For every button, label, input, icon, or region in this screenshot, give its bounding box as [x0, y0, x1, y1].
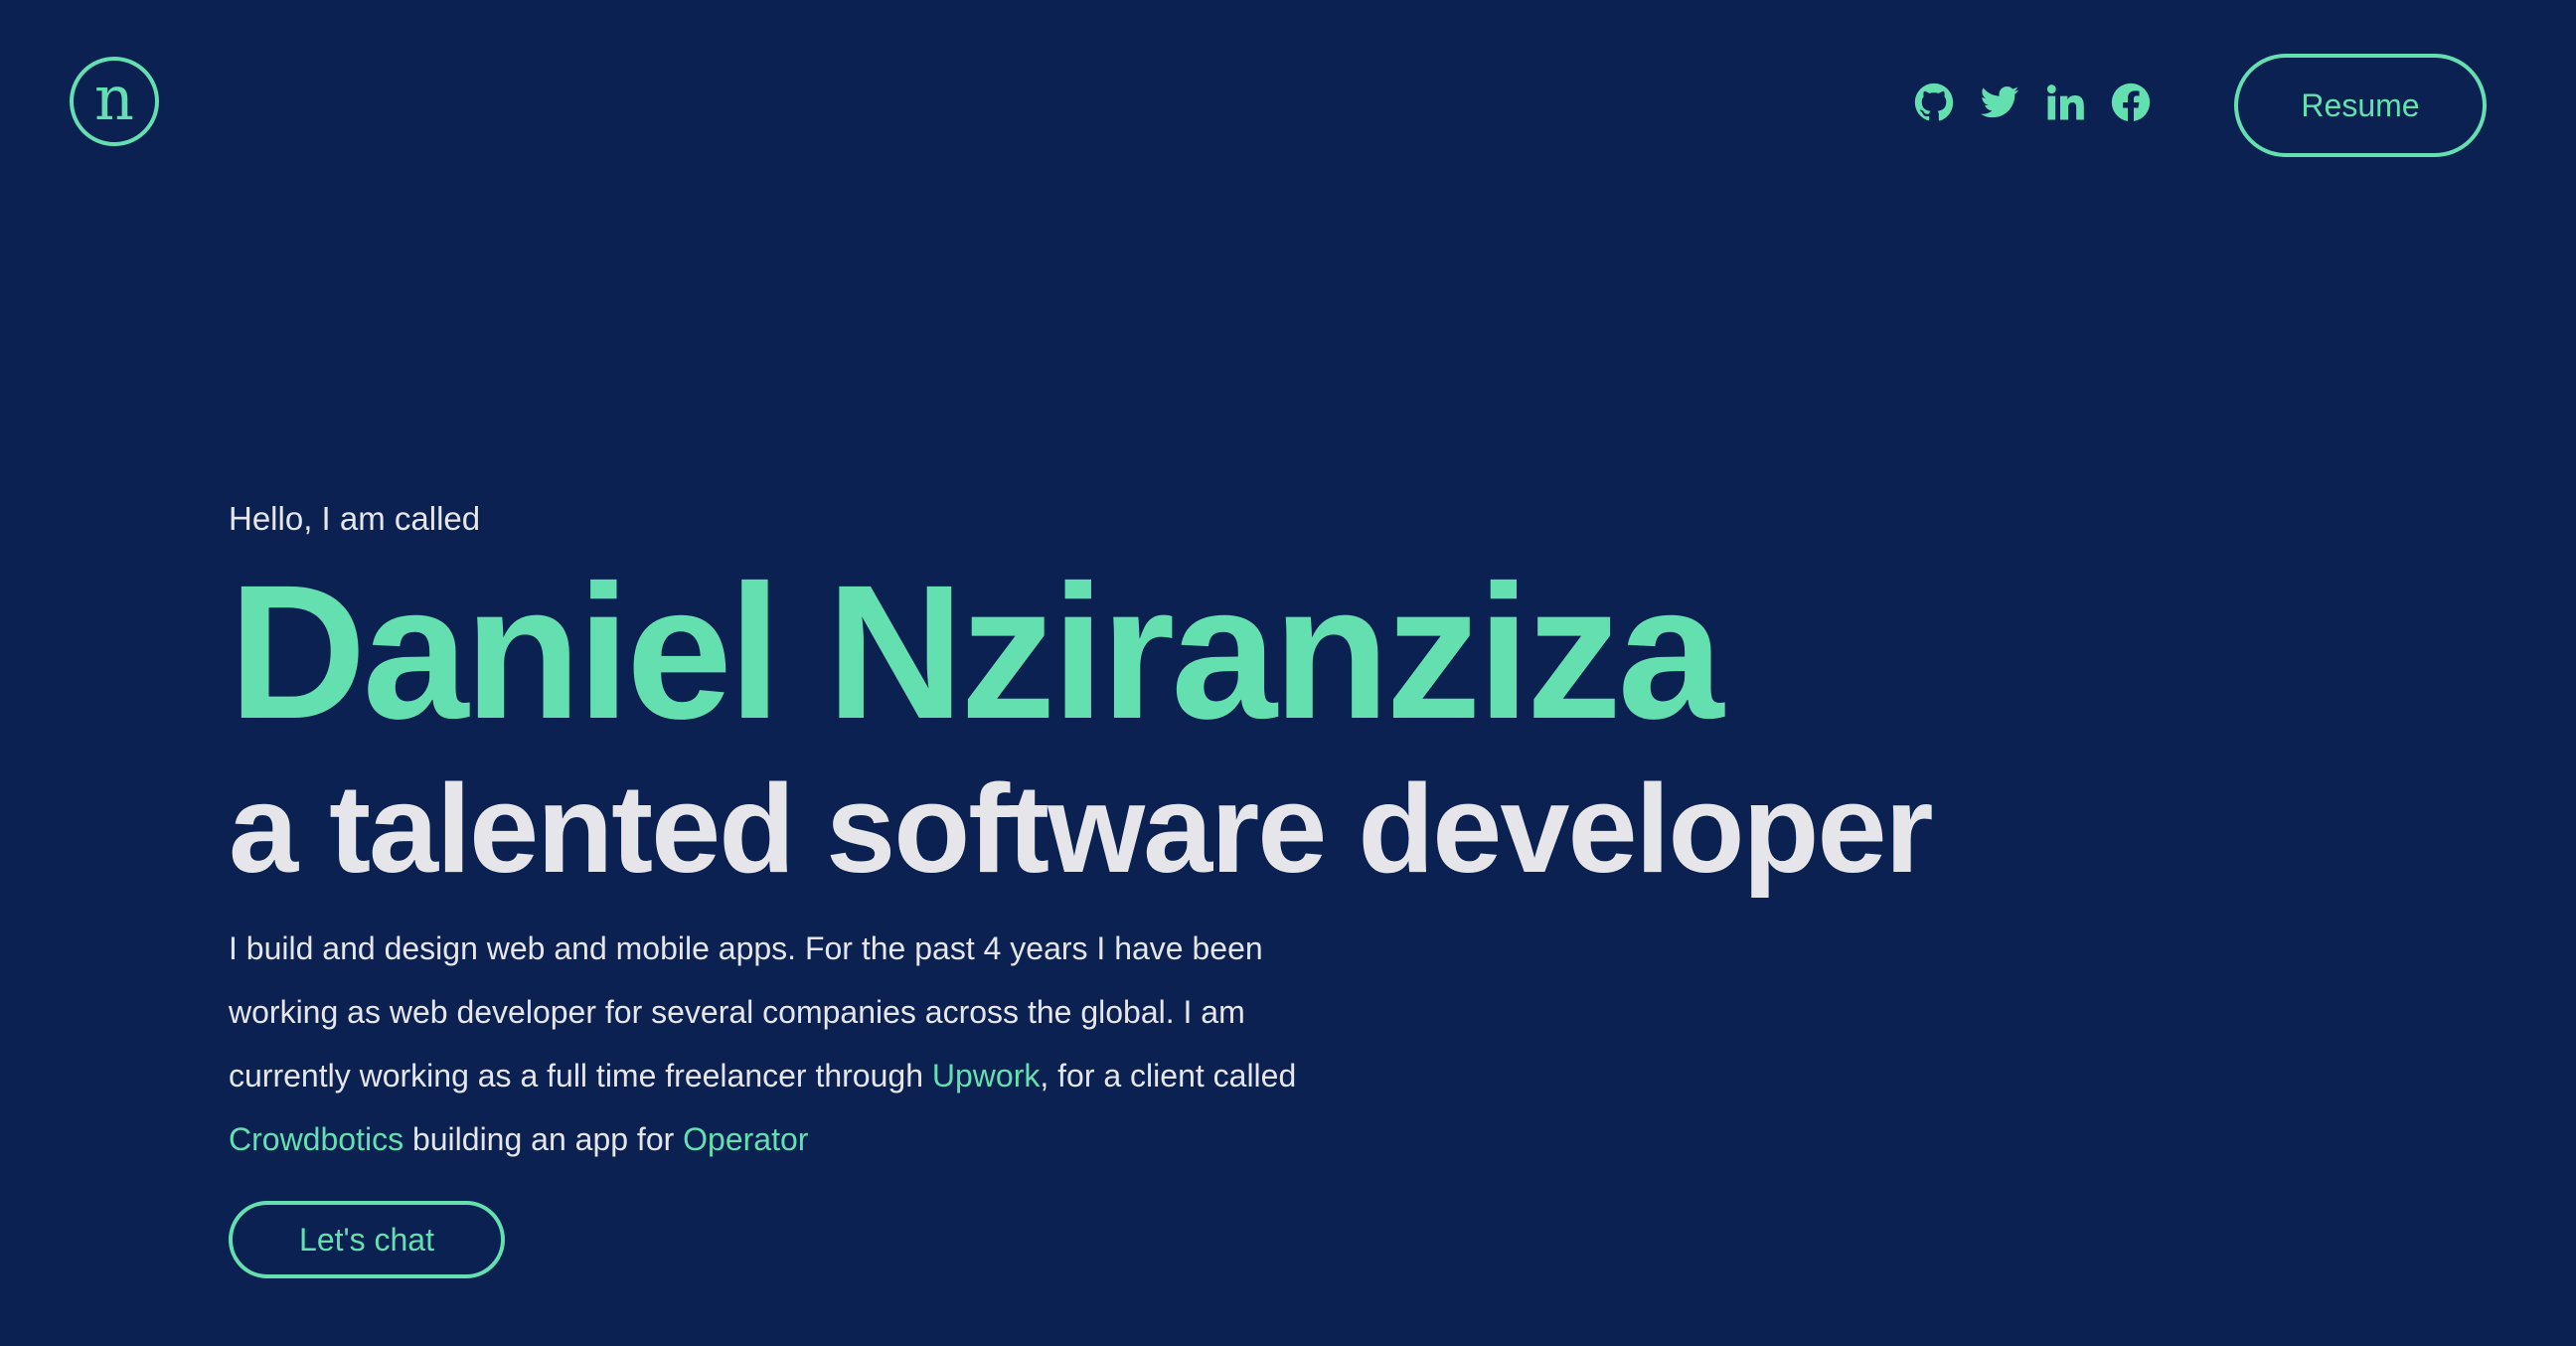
twitter-icon: [1980, 85, 2019, 118]
upwork-link[interactable]: Upwork: [932, 1058, 1040, 1094]
github-link[interactable]: [1913, 82, 1955, 123]
bio-text: , for a client called: [1040, 1058, 1297, 1094]
facebook-link[interactable]: [2110, 82, 2152, 123]
bio-text: building an app for: [403, 1121, 684, 1157]
linkedin-link[interactable]: [2044, 82, 2086, 123]
greeting: Hello, I am called: [229, 500, 481, 537]
operator-link[interactable]: Operator: [683, 1121, 808, 1157]
logo-letter: n: [94, 62, 134, 134]
crowdbotics-link[interactable]: Crowdbotics: [229, 1121, 403, 1157]
facebook-icon: [2111, 83, 2151, 121]
hero-tagline: a talented software developer: [229, 758, 1934, 899]
bio-paragraph: I build and design web and mobile apps. …: [229, 917, 1302, 1171]
twitter-link[interactable]: [1979, 82, 2020, 123]
social-links: [1913, 82, 2152, 123]
hero-section: Hello, I am called Daniel Nziranziza a t…: [229, 495, 1934, 1278]
hero-name: Daniel Nziranziza: [229, 545, 1723, 758]
resume-button[interactable]: Resume: [2234, 54, 2487, 157]
linkedin-icon: [2046, 84, 2084, 120]
github-icon: [1914, 83, 1954, 121]
lets-chat-button[interactable]: Let's chat: [229, 1201, 505, 1278]
logo[interactable]: n: [70, 57, 159, 146]
